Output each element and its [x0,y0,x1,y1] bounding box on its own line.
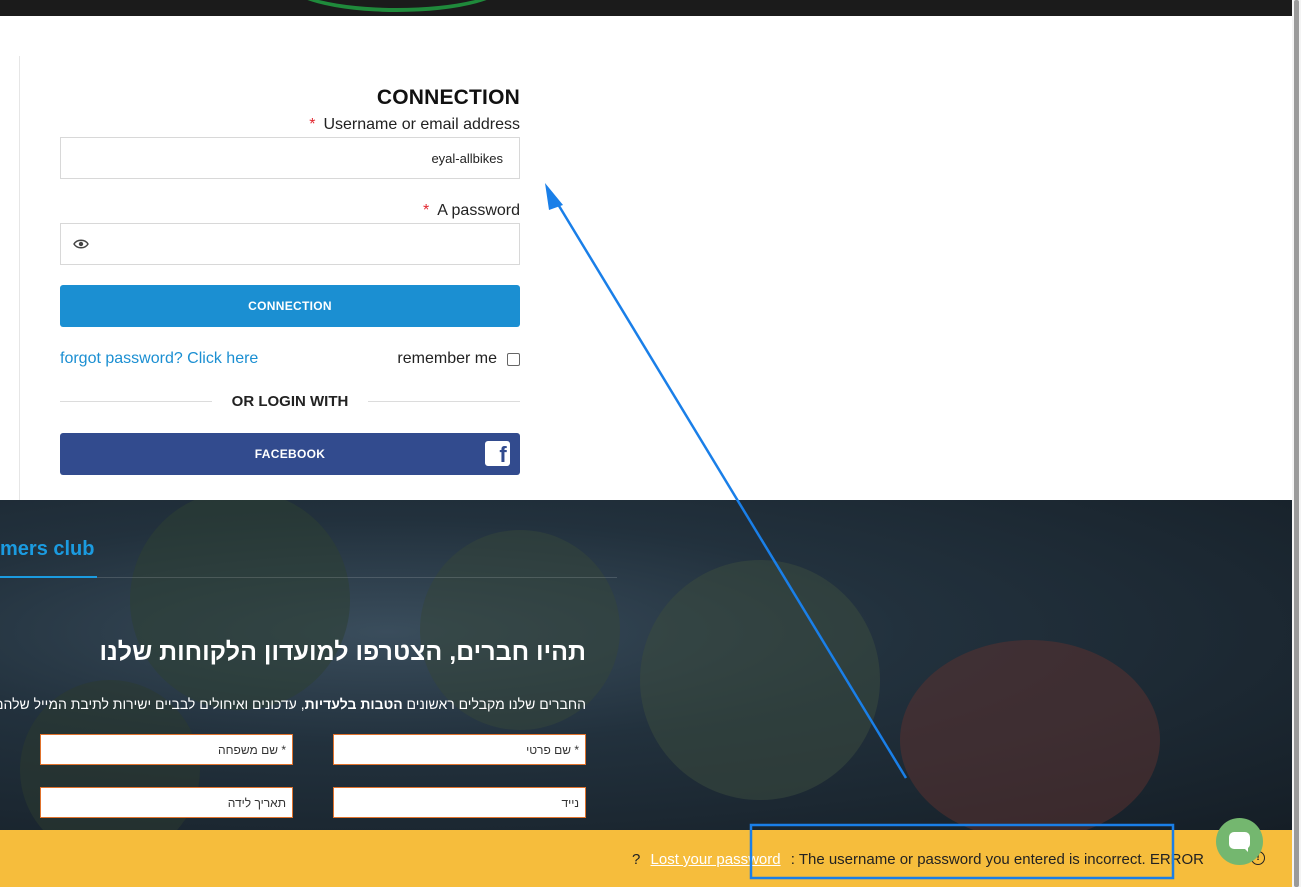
eye-icon[interactable] [73,237,89,251]
error-message: ? Lost your password : The username or p… [632,851,1204,868]
club-signup-section: mers club תהיו חברים, הצטרפו למועדון הלק… [0,500,1292,830]
birth-date-placeholder: תאריך לידה [227,796,286,810]
background-photo [900,640,1160,830]
club-heading: תהיו חברים, הצטרפו למועדון הלקוחות שלנו [99,638,586,666]
username-label: * Username or email address [309,116,520,134]
username-value: eyal-allbikes [431,151,503,166]
required-mark: * [309,116,316,133]
password-label-text: A password [437,202,520,219]
password-input[interactable] [60,223,520,265]
mobile-placeholder: נייד [561,796,579,810]
or-login-with-label: OR LOGIN WITH [231,393,349,410]
mobile-input[interactable]: נייד [333,787,586,818]
scrollbar-thumb[interactable] [1294,0,1299,887]
club-subtext: החברים שלנו מקבלים ראשונים הטבות בלעדיות… [0,696,586,712]
page-scrollbar[interactable] [1292,0,1301,887]
site-logo[interactable] [285,0,509,12]
remember-me-label: remember me [397,350,497,367]
background-photo [640,560,880,800]
chat-widget-button[interactable] [1216,818,1263,865]
annotation-arrow-head [545,183,563,210]
club-subtext-start: החברים שלנו מקבלים ראשונים [402,696,586,712]
error-label: ERROR [1149,851,1205,868]
facebook-button-label: FACEBOOK [254,447,326,461]
required-mark: * [423,202,430,219]
last-name-input[interactable]: * שם משפחה [40,734,293,765]
error-text: : The username or password you entered i… [790,851,1146,868]
club-subtext-bold: הטבות בלעדיות [304,696,403,712]
chat-bubble-tail [1242,846,1248,852]
password-label: * A password [423,202,520,220]
username-input[interactable]: eyal-allbikes [60,137,520,179]
club-subtext-end: , עדכונים ואיחולים לבביים ישירות לתיבת ה… [0,696,305,712]
facebook-icon: f [485,441,510,466]
forgot-password-link[interactable]: forgot password? Click here [60,350,258,368]
facebook-login-button[interactable]: FACEBOOK f [60,433,520,475]
remember-me-checkbox[interactable] [507,352,520,366]
background-photo [130,500,350,710]
question-mark: ? [632,851,641,868]
username-label-text: Username or email address [323,116,520,133]
club-title-underline [0,576,97,578]
remember-me[interactable]: remember me [397,350,520,368]
club-title-rule [97,577,617,578]
birth-date-input[interactable]: תאריך לידה [40,787,293,818]
login-title: CONNECTION [376,86,520,109]
column-divider [19,56,20,500]
first-name-input[interactable]: * שם פרטי [333,734,586,765]
connection-button[interactable]: CONNECTION [60,285,520,327]
error-notice: ? Lost your password : The username or p… [0,830,1292,887]
last-name-placeholder: * שם משפחה [218,743,286,757]
lost-password-link[interactable]: Lost your password [651,851,781,868]
club-title: mers club [0,538,95,560]
first-name-placeholder: * שם פרטי [526,743,579,757]
site-header-bar [0,0,1292,16]
